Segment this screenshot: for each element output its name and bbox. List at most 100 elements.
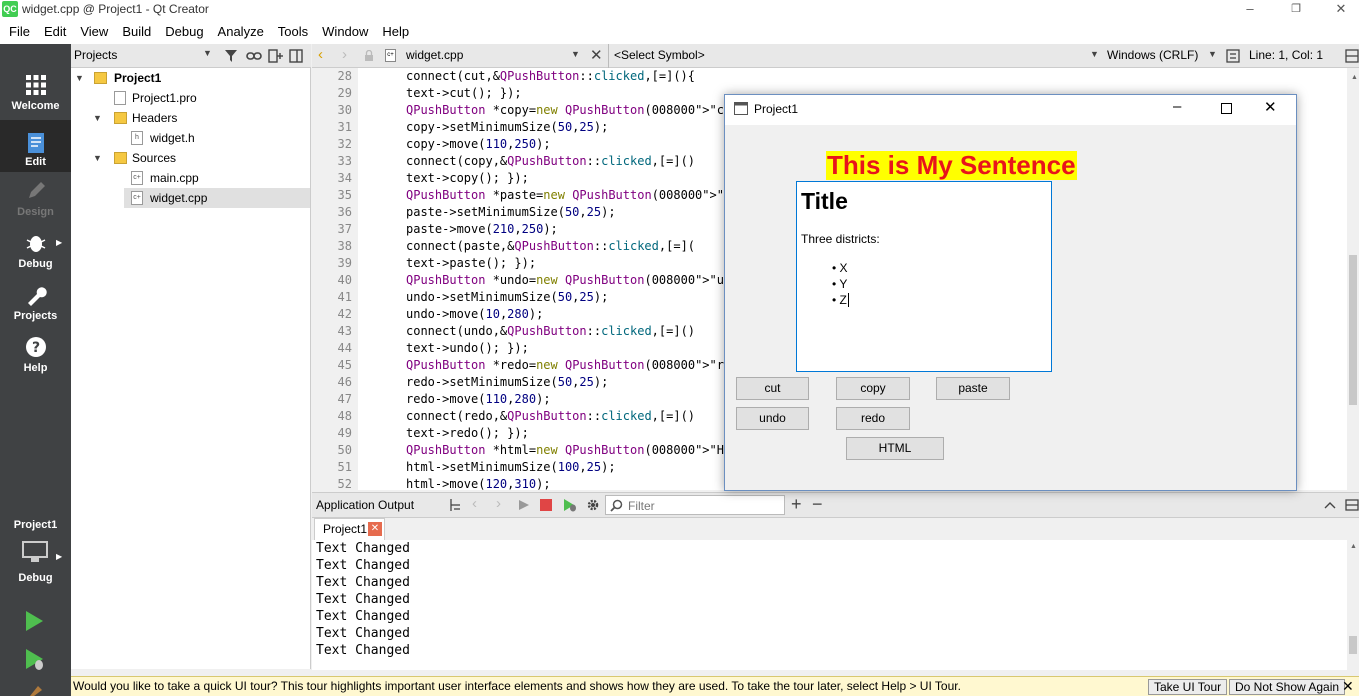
mode-welcome[interactable]: Welcome (0, 72, 71, 122)
menu-analyze[interactable]: Analyze (211, 20, 271, 44)
maximize-button[interactable] (1221, 103, 1232, 114)
mode-projects[interactable]: Projects (0, 282, 71, 332)
editor-toolbar: ‹ › c+ widget.cpp ▼ ✕ <Select Symbol> ▼ … (312, 44, 1359, 68)
tree-item-widget-h[interactable]: h widget.h (71, 128, 310, 148)
cursor-position[interactable]: Line: 1, Col: 1 (1249, 48, 1323, 62)
attach-icon[interactable] (448, 498, 462, 512)
run-icon[interactable] (24, 610, 44, 632)
qt-creator-logo-icon: QC (2, 1, 18, 17)
current-file-name[interactable]: widget.cpp (406, 48, 463, 62)
mode-design[interactable]: Design (0, 178, 71, 228)
tree-item-headers[interactable]: ▼ Headers (71, 108, 310, 128)
do-not-show-again-button[interactable]: Do Not Show Again (1229, 679, 1346, 695)
scrollbar-thumb[interactable] (1349, 255, 1357, 405)
output-tab[interactable]: Project1 ✕ (314, 518, 385, 540)
split-icon[interactable] (1226, 49, 1240, 63)
close-tab-icon[interactable]: ✕ (368, 522, 382, 536)
close-pane-icon[interactable] (1345, 499, 1359, 511)
chevron-down-icon[interactable]: ▼ (203, 48, 212, 58)
mode-label: Projects (13, 310, 58, 322)
chevron-down-icon[interactable]: ▼ (93, 148, 103, 168)
output-filter[interactable]: Filter (605, 495, 785, 515)
chevron-down-icon[interactable]: ▼ (571, 49, 580, 59)
split-add-icon[interactable] (268, 49, 284, 63)
chevron-down-icon[interactable]: ▼ (75, 68, 85, 88)
close-button[interactable]: ✕ (1264, 98, 1277, 116)
line-ending-selector[interactable]: Windows (CRLF) (1107, 48, 1198, 62)
back-arrow-icon[interactable]: ‹ (318, 46, 323, 63)
next-arrow-icon[interactable]: › (496, 495, 501, 512)
close-pane-icon[interactable] (289, 49, 303, 63)
split-editor-icon[interactable] (1345, 49, 1359, 63)
tree-item-main-cpp[interactable]: c+ main.cpp (71, 168, 310, 188)
mode-label: Debug (18, 258, 53, 270)
menu-edit[interactable]: Edit (37, 20, 73, 44)
line-number: 50 (337, 443, 352, 457)
menu-help[interactable]: Help (375, 20, 416, 44)
menu-tools[interactable]: Tools (271, 20, 315, 44)
output-text[interactable]: Text Changed Text Changed Text Changed Text… (312, 540, 1347, 670)
run-target-project[interactable]: Project1 (0, 519, 71, 531)
symbol-selector[interactable]: <Select Symbol> (614, 48, 705, 62)
html-button[interactable]: HTML (846, 437, 944, 460)
link-icon[interactable] (246, 49, 262, 63)
tree-item-pro-file[interactable]: Project1.pro (71, 88, 310, 108)
line-number: 48 (337, 409, 352, 423)
minimize-button[interactable]: – (1227, 0, 1273, 20)
rerun-icon[interactable] (518, 499, 530, 511)
code-line: QPushButton *copy=new QPushButton(008000… (406, 103, 753, 117)
scroll-up-icon[interactable]: ▲ (1350, 543, 1357, 550)
code-line: text->copy(); }); (406, 171, 529, 185)
tree-item-label: Headers (132, 111, 178, 125)
code-line: undo->move(10,280); (406, 307, 544, 321)
monitor-icon[interactable] (22, 541, 48, 563)
menu-debug[interactable]: Debug (158, 20, 210, 44)
debug-run-icon[interactable] (563, 498, 577, 512)
gear-icon[interactable] (586, 498, 600, 512)
remove-icon[interactable]: − (812, 494, 823, 515)
redo-button[interactable]: redo (836, 407, 910, 430)
filter-icon[interactable] (224, 49, 238, 63)
add-icon[interactable]: + (791, 494, 802, 515)
chevron-down-icon[interactable]: ▼ (1208, 49, 1217, 59)
paste-button[interactable]: paste (936, 377, 1010, 400)
minimize-button[interactable]: – (1173, 98, 1181, 115)
menu-window[interactable]: Window (315, 20, 375, 44)
chevron-down-icon[interactable]: ▼ (1090, 49, 1099, 59)
stop-icon[interactable] (540, 499, 552, 511)
undo-button[interactable]: undo (736, 407, 809, 430)
output-scrollbar[interactable]: ▲ (1347, 540, 1359, 670)
chevron-down-icon[interactable]: ▼ (93, 108, 103, 128)
menu-view[interactable]: View (73, 20, 115, 44)
menu-file[interactable]: File (2, 20, 37, 44)
line-number: 46 (337, 375, 352, 389)
debug-run-icon[interactable] (24, 648, 46, 672)
close-button[interactable]: ✕ (1318, 0, 1359, 20)
mode-debug[interactable]: Debug ▶ (0, 230, 71, 280)
close-icon[interactable]: ✕ (1342, 678, 1354, 695)
scrollbar-thumb[interactable] (1349, 636, 1357, 654)
build-icon[interactable] (26, 684, 46, 696)
close-document-icon[interactable]: ✕ (590, 46, 603, 64)
forward-arrow-icon[interactable]: › (342, 46, 347, 63)
copy-button[interactable]: copy (836, 377, 910, 400)
help-icon: ? (26, 337, 46, 357)
code-line: copy->move(110,250); (406, 137, 551, 151)
output-line: Text Changed (316, 643, 410, 658)
mode-help[interactable]: ? Help (0, 334, 71, 384)
previous-arrow-icon[interactable]: ‹ (472, 495, 477, 512)
chevron-up-icon[interactable] (1324, 501, 1336, 509)
tree-item-project1[interactable]: ▼ Project1 (71, 68, 310, 88)
editor-scrollbar[interactable]: ▲ (1347, 68, 1359, 490)
line-number: 40 (337, 273, 352, 287)
folder-icon (114, 112, 127, 124)
menu-build[interactable]: Build (115, 20, 158, 44)
mode-edit[interactable]: Edit (0, 120, 71, 172)
tree-item-widget-cpp[interactable]: c+ widget.cpp (124, 188, 310, 208)
rich-text-edit[interactable]: Title Three districts: • X • Y • Z (796, 181, 1052, 372)
restore-button[interactable]: ❐ (1273, 0, 1319, 20)
scroll-up-icon[interactable]: ▲ (1351, 74, 1358, 81)
cut-button[interactable]: cut (736, 377, 809, 400)
tree-item-sources[interactable]: ▼ Sources (71, 148, 310, 168)
take-ui-tour-button[interactable]: Take UI Tour (1148, 679, 1228, 695)
